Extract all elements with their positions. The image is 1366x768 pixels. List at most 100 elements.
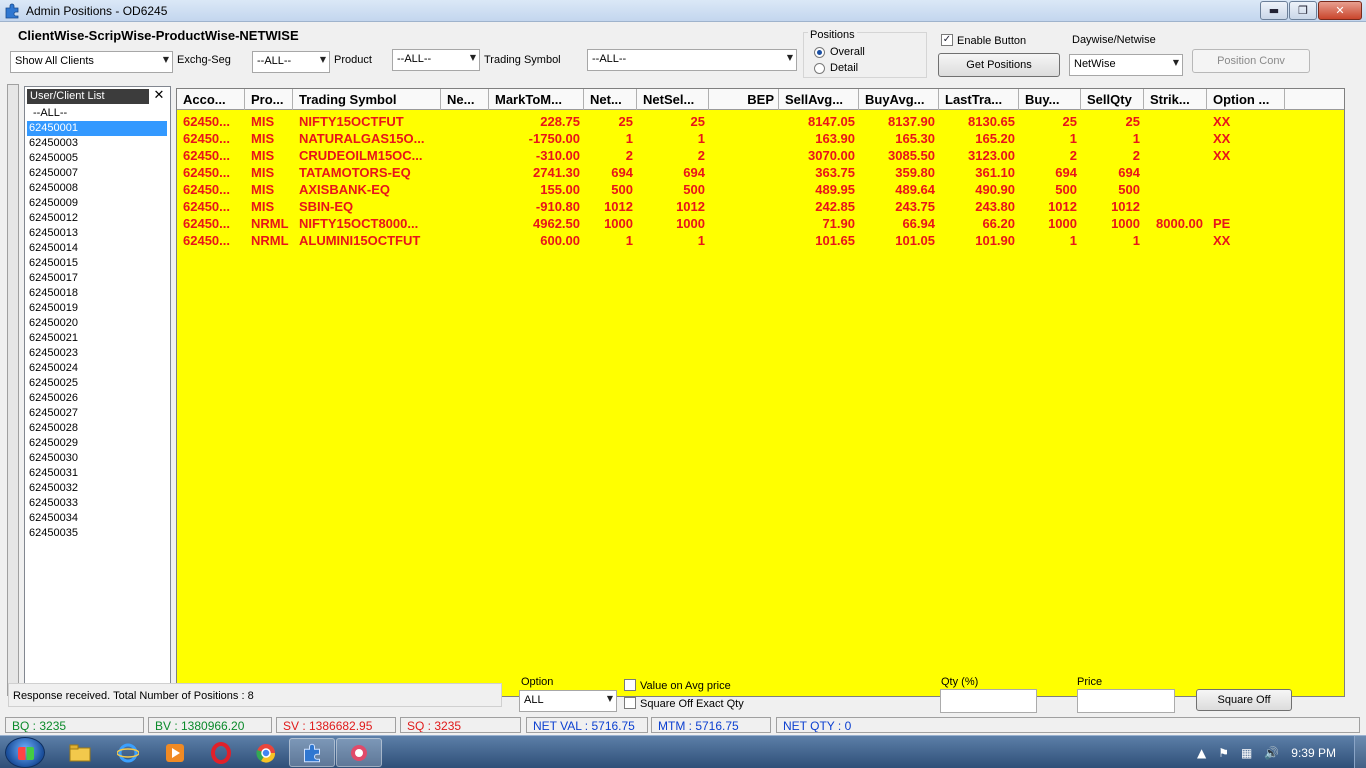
table-row[interactable]: 62450... NRML NIFTY15OCT8000... 4962.50 1000… (177, 215, 1344, 232)
column-header[interactable]: SellAvg... (779, 89, 859, 110)
column-header[interactable]: MarkToM... (489, 89, 584, 110)
qty-percent-input[interactable] (940, 689, 1037, 713)
table-cell: MIS (251, 182, 275, 197)
puzzle-app-icon[interactable] (289, 738, 335, 767)
table-cell: 163.90 (815, 131, 855, 146)
enable-button-checkbox[interactable]: ✓ (941, 34, 953, 46)
list-item[interactable]: 62450030 (27, 451, 167, 466)
list-item[interactable]: 62450027 (27, 406, 167, 421)
internet-explorer-icon[interactable] (105, 738, 151, 767)
list-item[interactable]: 62450032 (27, 481, 167, 496)
column-header[interactable]: BEP (709, 89, 779, 110)
media-player-icon[interactable] (152, 738, 198, 767)
column-header[interactable]: NetSel... (637, 89, 709, 110)
column-header[interactable]: Buy... (1019, 89, 1081, 110)
list-item[interactable]: 62450001 (27, 121, 167, 136)
client-filter-dropdown[interactable]: Show All Clients ▼ (10, 51, 173, 73)
list-item[interactable]: 62450026 (27, 391, 167, 406)
chrome-icon[interactable] (243, 738, 289, 767)
column-header[interactable]: Pro... (245, 89, 293, 110)
trading-app-icon[interactable] (336, 738, 382, 767)
file-explorer-icon[interactable] (57, 738, 103, 767)
table-row[interactable]: 62450... MIS SBIN-EQ -910.80 1012 1012 242.85 2… (177, 198, 1344, 215)
square-off-button[interactable]: Square Off (1196, 689, 1292, 711)
table-cell: 3070.00 (808, 148, 855, 163)
opera-icon[interactable] (198, 738, 244, 767)
list-item[interactable]: 62450014 (27, 241, 167, 256)
chevron-down-icon: ▼ (1172, 58, 1179, 67)
list-item[interactable]: 62450035 (27, 526, 167, 541)
close-icon[interactable]: ✕ (151, 88, 167, 104)
sq-status: SQ : 3235 (400, 717, 521, 733)
list-item[interactable]: 62450003 (27, 136, 167, 151)
table-cell: 2741.30 (533, 165, 580, 180)
list-item[interactable]: 62450012 (27, 211, 167, 226)
list-item[interactable]: 62450024 (27, 361, 167, 376)
get-positions-button[interactable]: Get Positions (938, 53, 1060, 77)
network-icon[interactable]: ▦ (1241, 746, 1252, 760)
clock[interactable]: 9:39 PM (1291, 746, 1336, 760)
column-header[interactable]: Ne... (441, 89, 489, 110)
square-off-exact-label: Square Off Exact Qty (640, 698, 744, 710)
option-dropdown[interactable]: ALL ▼ (519, 690, 617, 712)
list-item[interactable]: 62450028 (27, 421, 167, 436)
detail-radio[interactable] (814, 63, 825, 74)
list-item[interactable]: 62450025 (27, 376, 167, 391)
list-item[interactable]: 62450031 (27, 466, 167, 481)
list-item[interactable]: 62450007 (27, 166, 167, 181)
list-item[interactable]: 62450017 (27, 271, 167, 286)
column-header[interactable]: Option ... (1207, 89, 1285, 110)
list-item[interactable]: 62450018 (27, 286, 167, 301)
position-conv-button[interactable]: Position Conv (1192, 49, 1310, 73)
column-header[interactable]: LastTra... (939, 89, 1019, 110)
maximize-button[interactable]: ❐ (1289, 1, 1317, 20)
exchg-seg-dropdown[interactable]: --ALL-- ▼ (252, 51, 330, 73)
daywise-netwise-dropdown[interactable]: NetWise ▼ (1069, 54, 1183, 76)
table-row[interactable]: 62450... MIS TATAMOTORS-EQ 2741.30 694 694 363… (177, 164, 1344, 181)
column-header[interactable]: Trading Symbol (293, 89, 441, 110)
show-desktop-button[interactable] (1354, 736, 1366, 768)
splitter-handle[interactable] (7, 84, 19, 696)
column-header[interactable]: SellQty (1081, 89, 1144, 110)
list-item[interactable]: --ALL-- (27, 106, 167, 121)
bq-status: BQ : 3235 (5, 717, 144, 733)
square-off-exact-checkbox[interactable] (624, 697, 636, 709)
list-item[interactable]: 62450029 (27, 436, 167, 451)
bv-status: BV : 1380966.20 (148, 717, 272, 733)
column-header[interactable]: Acco... (177, 89, 245, 110)
table-row[interactable]: 62450... MIS NATURALGAS15O... -1750.00 1 1 163… (177, 130, 1344, 147)
table-row[interactable]: 62450... NRML ALUMINI15OCTFUT 600.00 1 1 101.6… (177, 232, 1344, 249)
column-header[interactable]: Net... (584, 89, 637, 110)
table-cell: PE (1213, 216, 1231, 231)
list-item[interactable]: 62450009 (27, 196, 167, 211)
list-item[interactable]: 62450019 (27, 301, 167, 316)
list-item[interactable]: 62450013 (27, 226, 167, 241)
minimize-button[interactable]: ▬ (1260, 1, 1288, 20)
list-item[interactable]: 62450021 (27, 331, 167, 346)
chevron-down-icon: ▼ (786, 53, 793, 62)
trading-symbol-dropdown[interactable]: --ALL-- ▼ (587, 49, 797, 71)
show-hidden-icons-icon[interactable]: ▲ (1197, 746, 1206, 760)
list-item[interactable]: 62450015 (27, 256, 167, 271)
table-cell: NRML (251, 233, 289, 248)
list-item[interactable]: 62450023 (27, 346, 167, 361)
list-item[interactable]: 62450020 (27, 316, 167, 331)
price-input[interactable] (1077, 689, 1175, 713)
table-row[interactable]: 62450... MIS CRUDEOILM15OC... -310.00 2 2 3070… (177, 147, 1344, 164)
overall-radio[interactable] (814, 47, 825, 58)
value-on-avg-checkbox[interactable] (624, 679, 636, 691)
column-header[interactable]: Strik... (1144, 89, 1207, 110)
list-item[interactable]: 62450034 (27, 511, 167, 526)
table-row[interactable]: 62450... MIS AXISBANK-EQ 155.00 500 500 489.95… (177, 181, 1344, 198)
table-row[interactable]: 62450... MIS NIFTY15OCTFUT 228.75 25 25 8147.0… (177, 113, 1344, 130)
start-button[interactable] (5, 737, 45, 768)
column-header[interactable]: BuyAvg... (859, 89, 939, 110)
close-button[interactable]: ✕ (1318, 1, 1362, 20)
flag-icon[interactable]: ⚑ (1218, 746, 1229, 760)
list-item[interactable]: 62450033 (27, 496, 167, 511)
list-item[interactable]: 62450005 (27, 151, 167, 166)
list-item[interactable]: 62450008 (27, 181, 167, 196)
volume-icon[interactable]: 🔊 (1264, 746, 1279, 760)
table-cell: NATURALGAS15O... (299, 131, 425, 146)
product-dropdown[interactable]: --ALL-- ▼ (392, 49, 480, 71)
